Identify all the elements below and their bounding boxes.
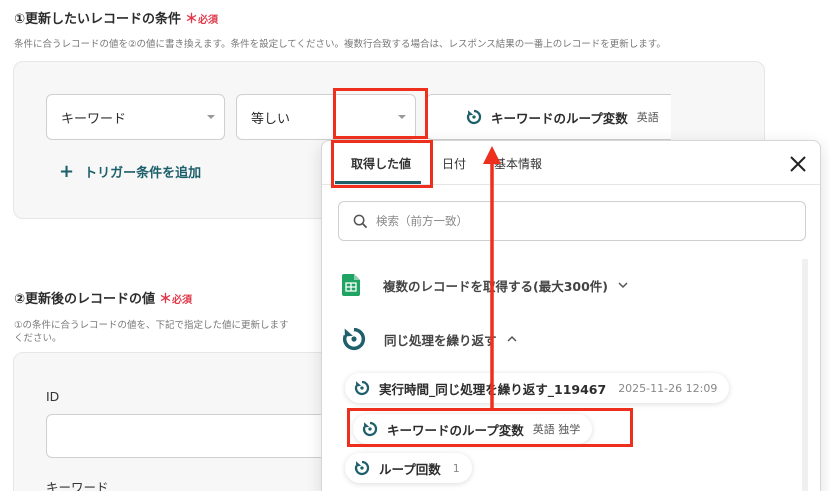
field-label-id: ID <box>46 389 60 404</box>
item-exec-time-label: 実行時間_同じ処理を繰り返す_119467 <box>379 381 607 397</box>
group-loop-label: 同じ処理を繰り返す <box>384 332 497 348</box>
section2-title-text: ②更新後のレコードの値 <box>14 292 156 307</box>
chevron-down-icon <box>618 282 628 289</box>
item-loop-count-label: ループ回数 <box>379 461 441 477</box>
field-label-keyword: キーワード <box>46 480 109 491</box>
search-input[interactable] <box>376 214 776 228</box>
required-label: 必須 <box>198 15 219 26</box>
required-label: 必須 <box>172 295 193 306</box>
search-icon <box>353 214 368 228</box>
condition-field-value: キーワード <box>61 111 127 127</box>
tab-basic-info[interactable]: 基本情報 <box>494 155 542 172</box>
item-exec-time[interactable]: 実行時間_同じ処理を繰り返す_119467 2025-11-26 12:09 <box>345 373 730 403</box>
highlight-box-chip-field <box>333 88 428 139</box>
sheets-icon <box>342 274 360 296</box>
item-loop-count-value: 1 <box>452 461 460 475</box>
search-box[interactable] <box>338 201 806 241</box>
loop-icon <box>354 460 370 476</box>
value-chip-sub: 英語 <box>636 111 659 124</box>
loop-icon <box>354 380 370 396</box>
group-get-records[interactable]: 複数のレコードを取得する(最大300件) <box>342 274 628 296</box>
loop-icon <box>342 327 366 351</box>
highlight-box-tab <box>331 140 433 188</box>
group-loop[interactable]: 同じ処理を繰り返す <box>340 325 517 353</box>
section2-description-line2: ください。 <box>14 333 62 344</box>
section1-description: 条件に合うレコードの値を②の値に書き換えます。条件を設定してください。複数行合致… <box>14 39 666 50</box>
condition-field-select[interactable]: キーワード <box>46 94 225 140</box>
item-exec-time-value: 2025-11-26 12:09 <box>618 381 718 395</box>
condition-value-field[interactable]: キーワードのループ変数 英語 <box>426 94 671 140</box>
add-condition-button[interactable]: + トリガー条件を追加 <box>59 162 201 181</box>
chevron-up-icon <box>506 335 517 342</box>
value-chip-label: キーワードのループ変数 <box>491 110 628 126</box>
group-get-records-label: 複数のレコードを取得する(最大300件) <box>383 278 609 294</box>
value-chip[interactable]: キーワードのループ変数 英語 <box>445 102 671 132</box>
item-loop-count[interactable]: ループ回数 1 <box>345 453 472 483</box>
id-input[interactable] <box>46 414 336 458</box>
tab-date[interactable]: 日付 <box>442 155 466 172</box>
plus-icon: + <box>59 160 75 182</box>
add-condition-label: トリガー条件を追加 <box>84 166 202 181</box>
close-icon[interactable] <box>788 154 808 174</box>
required-badge: ＊必須 <box>185 12 219 27</box>
highlight-box-item <box>347 408 633 447</box>
section2-title: ②更新後のレコードの値 ＊必須 <box>14 288 192 307</box>
condition-operator-value: 等しい <box>251 111 291 127</box>
section1-title: ①更新したいレコードの条件 ＊必須 <box>14 8 218 27</box>
required-badge: ＊必須 <box>159 292 193 307</box>
section2-description-line1: ①の条件に合うレコードの値を、下記で指定した値に更新します <box>14 320 289 331</box>
loop-icon <box>466 109 482 125</box>
section1-title-text: ①更新したいレコードの条件 <box>14 12 182 27</box>
scrollbar[interactable] <box>802 259 808 491</box>
dropdown-caret-icon <box>207 115 215 119</box>
